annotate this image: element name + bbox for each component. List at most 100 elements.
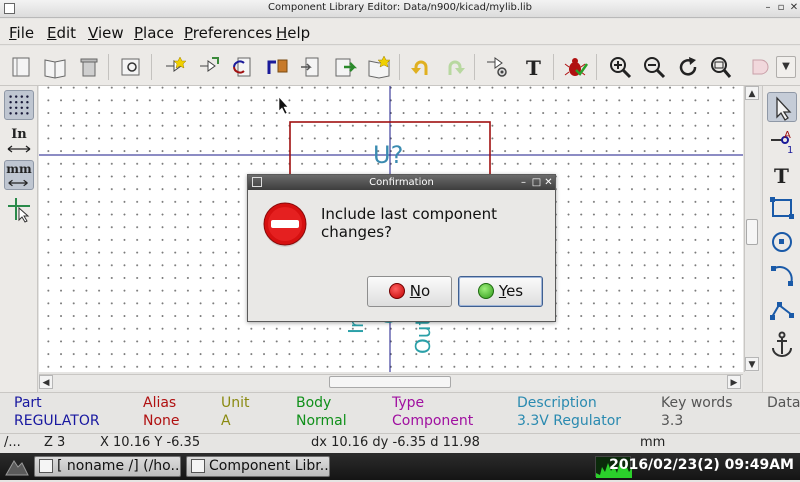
dialog-titlebar: Confirmation: [248, 175, 555, 190]
component-properties-icon[interactable]: [484, 54, 510, 80]
vertical-scrollbar[interactable]: ▲ ▼: [744, 86, 760, 372]
terminal-icon: [39, 459, 53, 473]
dialog-maximize-icon[interactable]: □: [531, 176, 542, 189]
maximize-icon[interactable]: ▫: [775, 2, 787, 14]
menu-place[interactable]: Place: [134, 24, 174, 42]
keywords-value: 3.3: [661, 413, 684, 429]
horizontal-scrollbar[interactable]: ◀ ▶: [39, 374, 743, 390]
scroll-left-icon[interactable]: ◀: [39, 375, 53, 389]
vertical-scroll-thumb[interactable]: [746, 219, 758, 245]
description-label: Description: [517, 395, 597, 411]
reference-text[interactable]: U?: [373, 141, 403, 169]
keywords-label: Key words: [661, 395, 733, 411]
scroll-down-icon[interactable]: ▼: [745, 357, 759, 371]
unit-value: A: [221, 413, 231, 429]
units-inches-label: In: [11, 127, 27, 142]
library-browser-icon[interactable]: [118, 54, 144, 80]
window-titlebar: Component Library Editor: Data/n900/kica…: [0, 0, 800, 18]
close-icon[interactable]: ✕: [788, 2, 800, 14]
menu-place-label: Place: [134, 24, 174, 42]
taskbar-item-terminal-label: [ noname /] (/ho...: [57, 458, 181, 474]
check-pins-icon[interactable]: [563, 54, 589, 80]
units-mm-button[interactable]: mm: [4, 160, 34, 190]
dialog-minimize-icon[interactable]: –: [518, 176, 529, 189]
dialog-title: Confirmation: [369, 177, 434, 188]
component-info-panel: Part REGULATOR Alias None Unit A Body No…: [0, 392, 800, 432]
new-component-icon[interactable]: [162, 54, 188, 80]
grid-toggle-icon[interactable]: [4, 90, 34, 120]
menu-preferences-label: Preferences: [184, 24, 273, 42]
zoom-out-icon[interactable]: [641, 54, 667, 80]
taskbar-item-terminal[interactable]: [ noname /] (/ho...: [34, 456, 181, 477]
yes-button[interactable]: Yes: [458, 276, 543, 307]
scroll-up-icon[interactable]: ▲: [745, 86, 759, 100]
text-tool-icon[interactable]: T: [520, 54, 546, 80]
dialog-close-icon[interactable]: ✕: [543, 176, 554, 189]
unit-label: Unit: [221, 395, 250, 411]
cursor-shape-icon[interactable]: [4, 194, 34, 224]
menu-file[interactable]: File: [9, 24, 34, 42]
taskbar-item-library-editor-label: Component Libr...: [209, 458, 330, 474]
minimize-icon[interactable]: –: [762, 2, 774, 14]
status-zoom: Z 3: [44, 435, 66, 450]
add-circle-icon[interactable]: [767, 227, 797, 257]
menu-edit[interactable]: Edit: [47, 24, 76, 42]
zoom-in-icon[interactable]: [607, 54, 633, 80]
dialog-app-icon: [252, 177, 262, 187]
save-library-icon[interactable]: [9, 54, 35, 80]
delete-icon[interactable]: [76, 54, 102, 80]
open-library-icon[interactable]: [42, 54, 68, 80]
menu-bar: File Edit View Place Preferences Help: [0, 19, 800, 45]
right-toolbar: A1 T: [762, 86, 800, 392]
mouse-pointer-icon: [278, 96, 289, 115]
add-rectangle-icon[interactable]: [767, 193, 797, 223]
add-polyline-icon[interactable]: [767, 295, 797, 325]
de-morgan-icon[interactable]: [748, 54, 769, 80]
redraw-icon[interactable]: [675, 54, 701, 80]
menu-help[interactable]: Help: [276, 24, 310, 42]
part-label: Part: [14, 395, 42, 411]
yes-button-label: Yes: [498, 282, 524, 300]
load-component-icon[interactable]: [196, 54, 222, 80]
scroll-right-icon[interactable]: ▶: [727, 375, 741, 389]
left-toolbar: In mm: [0, 86, 38, 392]
import-component-icon[interactable]: [264, 54, 290, 80]
datasheet-label: Data: [767, 395, 800, 411]
status-path: /...: [4, 435, 21, 450]
add-arc-icon[interactable]: [767, 261, 797, 291]
app-window-icon: [191, 459, 205, 473]
part-value: REGULATOR: [14, 413, 100, 429]
part-select-dropdown[interactable]: ▼: [776, 56, 796, 78]
anchor-icon[interactable]: [767, 329, 797, 359]
units-mm-label: mm: [6, 162, 32, 176]
add-pin-icon[interactable]: A1: [767, 126, 797, 156]
redo-icon[interactable]: [442, 54, 468, 80]
zoom-fit-icon[interactable]: [707, 54, 733, 80]
pin-name-out[interactable]: Out: [411, 318, 435, 354]
alias-value: None: [143, 413, 180, 429]
units-inches-button[interactable]: In: [4, 126, 34, 156]
export-component-icon[interactable]: [298, 54, 324, 80]
undo-icon[interactable]: [408, 54, 434, 80]
create-library-icon[interactable]: [366, 54, 392, 80]
taskbar-item-library-editor[interactable]: Component Libr...: [186, 456, 330, 477]
menu-view[interactable]: View: [88, 24, 124, 42]
body-label: Body: [296, 395, 332, 411]
menu-edit-label: Edit: [47, 24, 77, 42]
menu-view-label: View: [88, 24, 124, 42]
save-component-icon[interactable]: [332, 54, 358, 80]
add-text-icon[interactable]: T: [767, 160, 797, 190]
svg-text:A: A: [784, 130, 791, 141]
alias-label: Alias: [143, 395, 177, 411]
start-menu-icon[interactable]: [4, 455, 30, 477]
type-label: Type: [392, 395, 425, 411]
menu-preferences[interactable]: Preferences: [184, 24, 272, 42]
no-button[interactable]: No: [367, 276, 452, 307]
horizontal-scroll-thumb[interactable]: [329, 376, 451, 388]
confirmation-dialog: Confirmation – □ ✕ Include last componen…: [247, 174, 556, 322]
update-component-icon[interactable]: [230, 54, 256, 80]
body-value: Normal: [296, 413, 347, 429]
select-tool-icon[interactable]: [767, 92, 797, 122]
no-icon: [388, 283, 405, 299]
status-abs-coords: X 10.16 Y -6.35: [100, 435, 201, 450]
